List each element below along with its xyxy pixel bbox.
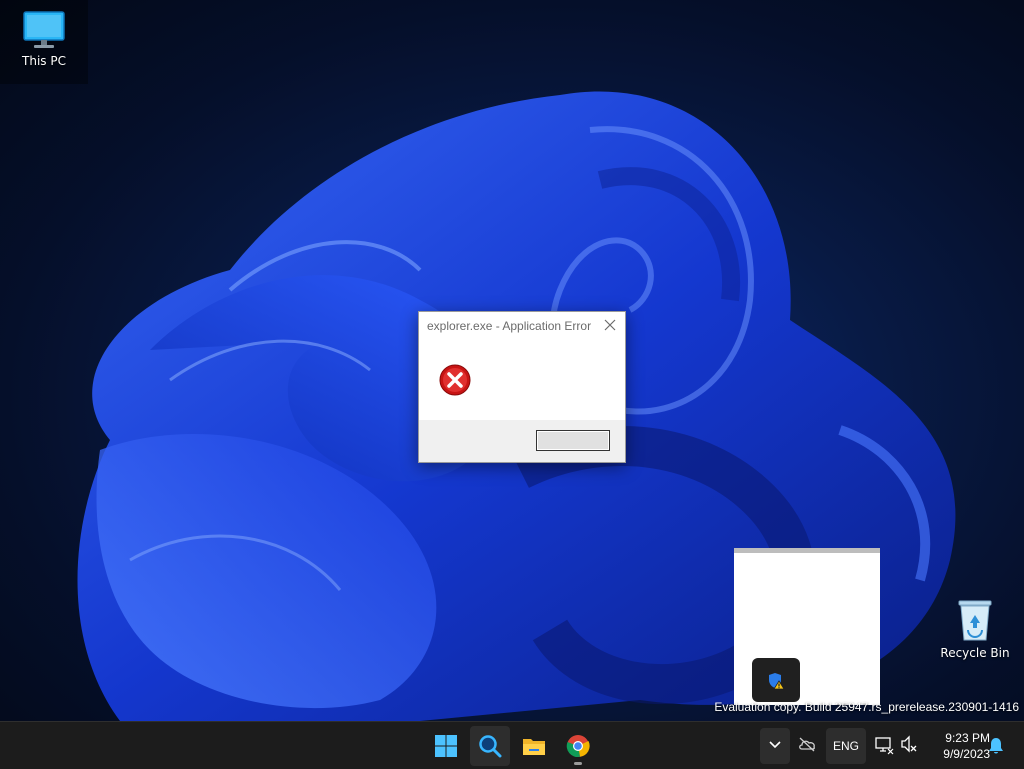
shield-warning-icon (769, 673, 785, 690)
error-dialog-titlebar[interactable]: explorer.exe - Application Error (419, 312, 625, 340)
clock-time: 9:23 PM (945, 731, 990, 745)
onedrive-offline-icon[interactable] (798, 736, 816, 752)
error-dialog-title: explorer.exe - Application Error (427, 319, 592, 333)
language-indicator[interactable]: ENG (826, 728, 866, 764)
security-notification[interactable] (752, 658, 800, 702)
desktop-icon-label: Recycle Bin (940, 646, 1010, 660)
recycle-bin-icon (956, 598, 994, 642)
search-icon (479, 735, 502, 758)
desktop-icon-this-pc[interactable]: This PC (0, 0, 88, 84)
show-hidden-icons-button[interactable] (760, 728, 790, 764)
evaluation-watermark: Evaluation copy. Build 25947.rs_prerelea… (714, 700, 1019, 714)
error-dialog[interactable]: explorer.exe - Application Error (418, 311, 626, 463)
windows-logo-icon (435, 735, 457, 757)
chrome-icon (566, 735, 590, 758)
error-dialog-body (419, 340, 625, 419)
monitor-icon (22, 10, 66, 50)
taskbar-search-button[interactable] (470, 726, 510, 766)
network-icon[interactable] (874, 735, 894, 755)
desktop-icon-label: This PC (22, 54, 66, 68)
taskbar-clock[interactable]: 9:23 PM 9/9/2023 (922, 728, 990, 764)
taskbar-start-button[interactable] (426, 726, 466, 766)
running-indicator (574, 762, 582, 765)
chevron-down-icon (769, 741, 781, 749)
folder-icon (523, 739, 545, 755)
taskbar: ENG 9:23 PM 9/9/2023 (0, 721, 1024, 769)
taskbar-chrome-button[interactable] (558, 726, 598, 766)
error-x-icon (439, 364, 471, 396)
notification-bell-icon[interactable] (988, 737, 1004, 755)
taskbar-file-explorer-button[interactable] (514, 726, 554, 766)
desktop: This PC Recycle Bin explorer.exe - Appli… (0, 0, 1024, 721)
ok-button[interactable] (536, 430, 610, 451)
volume-muted-icon[interactable] (900, 735, 918, 753)
close-icon[interactable] (603, 318, 617, 332)
clock-date: 9/9/2023 (943, 747, 990, 761)
error-dialog-footer (419, 420, 625, 462)
desktop-icon-recycle-bin[interactable]: Recycle Bin (935, 594, 1015, 660)
